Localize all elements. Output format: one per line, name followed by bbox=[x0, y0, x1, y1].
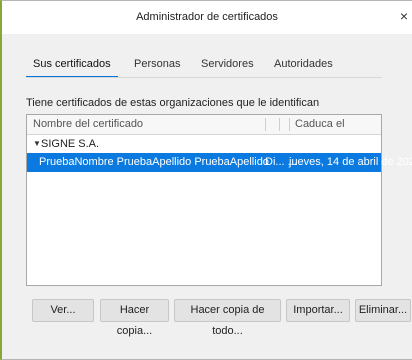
chevron-down-icon[interactable]: ▼ bbox=[33, 135, 41, 153]
tab-bar: Sus certificados Personas Servidores Aut… bbox=[26, 54, 386, 78]
certificate-name: PruebaNombre PruebaApellido PruebaApelli… bbox=[39, 156, 269, 168]
view-button[interactable]: Ver... bbox=[32, 299, 94, 322]
column-divider bbox=[265, 118, 266, 131]
delete-button[interactable]: Eliminar... bbox=[355, 299, 411, 322]
certificate-row[interactable]: PruebaNombre PruebaApellido PruebaApelli… bbox=[27, 153, 412, 172]
table-header: Nombre del certificado Caduca el bbox=[27, 115, 381, 135]
title-bar: Administrador de certificados × bbox=[2, 1, 412, 34]
tab-people[interactable]: Personas bbox=[134, 54, 180, 76]
tab-divider bbox=[26, 77, 382, 78]
close-icon[interactable]: × bbox=[396, 7, 412, 25]
group-row[interactable]: ▼ SIGNE S.A. bbox=[27, 135, 381, 153]
column-divider bbox=[279, 118, 280, 131]
column-divider bbox=[289, 118, 290, 131]
column-expires[interactable]: Caduca el bbox=[295, 118, 345, 130]
tab-servers[interactable]: Servidores bbox=[201, 54, 254, 76]
certificate-tree[interactable]: Nombre del certificado Caduca el ▼ SIGNE… bbox=[26, 114, 412, 286]
tab-authorities[interactable]: Autoridades bbox=[274, 54, 333, 76]
certificate-expiry: jueves, 14 de abril de 2022 bbox=[289, 156, 412, 168]
import-button[interactable]: Importar... bbox=[286, 299, 350, 322]
column-certificate-name[interactable]: Nombre del certificado bbox=[33, 118, 143, 130]
window-title: Administrador de certificados bbox=[136, 11, 278, 23]
backup-button[interactable]: Hacer copia... bbox=[100, 299, 169, 337]
group-label: SIGNE S.A. bbox=[41, 138, 100, 150]
tab-your-certificates[interactable]: Sus certificados bbox=[26, 54, 118, 78]
certificate-manager-window: Administrador de certificados × Sus cert… bbox=[0, 0, 412, 360]
intro-text: Tiene certificados de estas organizacion… bbox=[26, 97, 320, 109]
backup-all-button[interactable]: Hacer copia de todo... bbox=[174, 299, 281, 337]
